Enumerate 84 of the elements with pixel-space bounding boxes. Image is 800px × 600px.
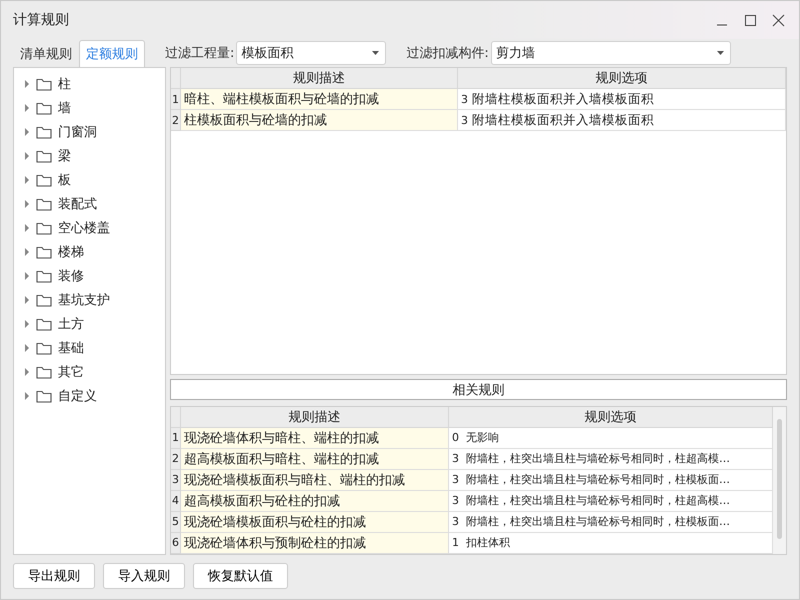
folder-icon bbox=[36, 390, 52, 402]
tree-item[interactable]: 楼梯 bbox=[14, 240, 165, 264]
tree-item[interactable]: 门窗洞 bbox=[14, 120, 165, 144]
caret-icon bbox=[24, 80, 30, 88]
action-button[interactable]: 导入规则 bbox=[103, 563, 185, 589]
row-number: 4 bbox=[171, 490, 181, 512]
folder-icon bbox=[36, 342, 52, 354]
folder-icon bbox=[36, 294, 52, 306]
caret-icon bbox=[24, 344, 30, 352]
filter-dropdown[interactable]: 模板面积 bbox=[236, 41, 386, 65]
tab[interactable]: 清单规则 bbox=[13, 40, 79, 67]
table-cell: 超高模板面积与暗柱、端柱的扣减 bbox=[181, 448, 449, 470]
table-cell: 现浇砼墙体积与预制砼柱的扣减 bbox=[181, 532, 449, 554]
caret-icon bbox=[24, 320, 30, 328]
tree-item[interactable]: 自定义 bbox=[14, 384, 165, 408]
table-cell: 柱模板面积与砼墙的扣减 bbox=[181, 110, 458, 131]
table-cell: 超高模板面积与砼柱的扣减 bbox=[181, 490, 449, 512]
caret-icon bbox=[24, 104, 30, 112]
action-button[interactable]: 导出规则 bbox=[13, 563, 95, 589]
caret-icon bbox=[24, 296, 30, 304]
column-header: 规则描述 bbox=[181, 68, 458, 89]
table-cell: 现浇砼墙模板面积与砼柱的扣减 bbox=[181, 512, 449, 533]
tree-item[interactable]: 土方 bbox=[14, 312, 165, 336]
caret-icon bbox=[24, 248, 30, 256]
tree-item[interactable]: 基坑支护 bbox=[14, 288, 165, 312]
column-header: 规则描述 bbox=[181, 406, 449, 428]
table-cell: 暗柱、端柱模板面积与砼墙的扣减 bbox=[181, 89, 458, 110]
option-cell[interactable]: 3 附墙柱，柱突出墙且柱与墙砼标号相同时，柱超高模… bbox=[449, 448, 773, 470]
tab[interactable]: 定额规则 bbox=[79, 40, 145, 67]
caret-icon bbox=[24, 392, 30, 400]
option-cell[interactable]: 3 附墙柱，柱突出墙且柱与墙砼标号相同时，柱模板面… bbox=[449, 512, 773, 533]
folder-icon bbox=[36, 270, 52, 282]
option-cell[interactable]: 3 附墙柱模板面积并入墙模板面积 bbox=[458, 89, 786, 110]
tree-item[interactable]: 装配式 bbox=[14, 192, 165, 216]
filter-dropdown[interactable]: 剪力墙 bbox=[490, 41, 731, 65]
option-cell[interactable]: 3 附墙柱，柱突出墙且柱与墙砼标号相同时，柱超高模… bbox=[449, 490, 773, 512]
tree-item[interactable]: 板 bbox=[14, 168, 165, 192]
row-number: 1 bbox=[171, 89, 181, 110]
folder-icon bbox=[36, 150, 52, 162]
folder-icon bbox=[36, 198, 52, 210]
caret-icon bbox=[24, 368, 30, 376]
row-number: 1 bbox=[171, 428, 181, 449]
dropdown-arrow-icon bbox=[372, 51, 380, 55]
tree-item[interactable]: 梁 bbox=[14, 144, 165, 168]
action-button[interactable]: 恢复默认值 bbox=[193, 563, 288, 589]
related-rules-header: 相关规则 bbox=[170, 379, 787, 400]
filter-label: 过滤工程量: bbox=[165, 45, 234, 62]
folder-icon bbox=[36, 126, 52, 138]
scrollbar[interactable] bbox=[773, 406, 786, 554]
folder-icon bbox=[36, 222, 52, 234]
row-number: 2 bbox=[171, 110, 181, 131]
folder-icon bbox=[36, 174, 52, 186]
caret-icon bbox=[24, 224, 30, 232]
dropdown-arrow-icon bbox=[716, 51, 724, 55]
tree-item[interactable]: 其它 bbox=[14, 360, 165, 384]
row-number: 6 bbox=[171, 532, 181, 554]
option-cell[interactable]: 3 附墙柱模板面积并入墙模板面积 bbox=[458, 110, 786, 131]
filter-label: 过滤扣减构件: bbox=[406, 45, 489, 62]
option-cell[interactable]: 1 扣柱体积 bbox=[449, 532, 773, 554]
tree-item[interactable]: 装修 bbox=[14, 264, 165, 288]
folder-icon bbox=[36, 102, 52, 114]
row-number: 5 bbox=[171, 512, 181, 533]
row-number: 2 bbox=[171, 448, 181, 470]
folder-icon bbox=[36, 318, 52, 330]
tree-item[interactable]: 柱 bbox=[14, 72, 165, 96]
window-title: 计算规则 bbox=[13, 11, 70, 29]
column-header: 规则选项 bbox=[458, 68, 786, 89]
tree-item[interactable]: 墙 bbox=[14, 96, 165, 120]
caret-icon bbox=[24, 272, 30, 280]
table-cell: 现浇砼墙模板面积与暗柱、端柱的扣减 bbox=[181, 470, 449, 491]
tree-item[interactable]: 基础 bbox=[14, 336, 165, 360]
caret-icon bbox=[24, 200, 30, 208]
column-header: 规则选项 bbox=[449, 406, 773, 428]
folder-icon bbox=[36, 366, 52, 378]
option-cell[interactable]: 0 无影响 bbox=[449, 428, 773, 449]
folder-icon bbox=[36, 246, 52, 258]
caret-icon bbox=[24, 176, 30, 184]
caret-icon bbox=[24, 152, 30, 160]
table-cell: 现浇砼墙体积与暗柱、端柱的扣减 bbox=[181, 428, 449, 449]
caret-icon bbox=[24, 128, 30, 136]
tree-item[interactable]: 空心楼盖 bbox=[14, 216, 165, 240]
folder-icon bbox=[36, 78, 52, 90]
option-cell[interactable]: 3 附墙柱，柱突出墙且柱与墙砼标号相同时，柱模板面… bbox=[449, 470, 773, 491]
row-number: 3 bbox=[171, 470, 181, 491]
